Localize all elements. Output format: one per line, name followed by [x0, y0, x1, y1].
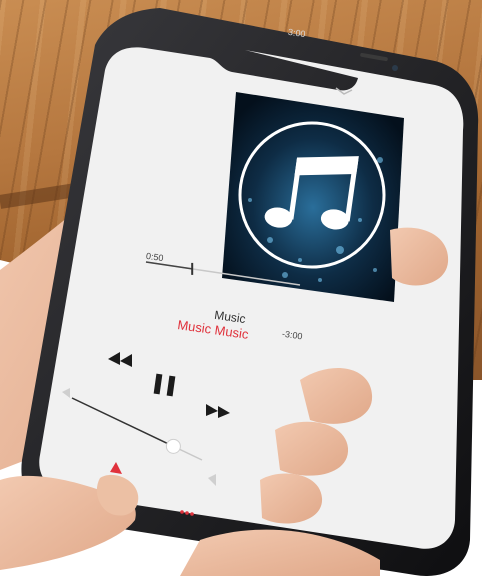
photo-scene: 3:00 0:50 -3:00 Music Music Music	[0, 0, 482, 576]
finger-one	[300, 368, 373, 424]
volume-handle[interactable]	[165, 438, 181, 454]
front-camera	[392, 65, 398, 71]
album-art	[222, 92, 404, 302]
phone-device	[0, 8, 479, 576]
